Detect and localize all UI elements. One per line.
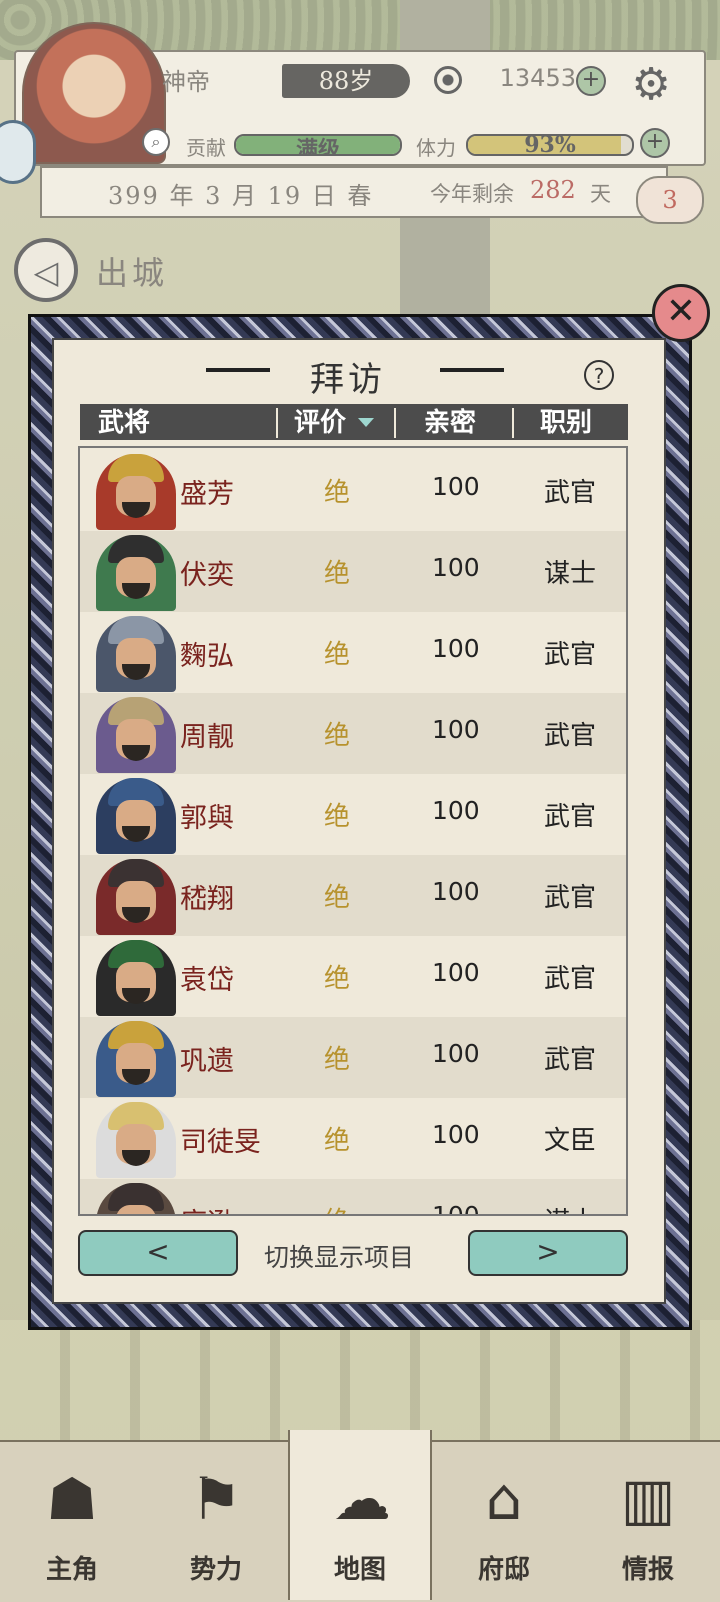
column-post[interactable]: 职别	[540, 402, 592, 439]
general-grade: 绝	[324, 802, 351, 832]
table-row[interactable]: 巩遗 绝 100 武官	[80, 1017, 626, 1098]
flag-icon: ⚑	[190, 1465, 242, 1533]
scroll-icon: ▥	[620, 1465, 676, 1533]
column-intimacy[interactable]: 亲密	[424, 402, 476, 439]
general-intimacy: 100	[432, 1120, 480, 1149]
general-grade: 绝	[324, 640, 351, 670]
table-row[interactable]: 嵇翔 绝 100 武官	[80, 855, 626, 936]
tab-map[interactable]: ☁ 地图	[288, 1430, 432, 1600]
face-shape	[116, 1205, 156, 1214]
tab-label: 地图	[333, 1555, 386, 1585]
general-intimacy: 100	[432, 715, 480, 744]
close-icon[interactable]: ✕	[652, 284, 710, 342]
column-general[interactable]: 武将	[98, 402, 150, 439]
table-row[interactable]: 伏奕 绝 100 谋士	[80, 531, 626, 612]
general-post: 谋士	[544, 559, 597, 589]
general-intimacy: 100	[432, 1039, 480, 1068]
prev-button[interactable]: <	[78, 1230, 238, 1276]
table-row[interactable]: 周靓 绝 100 武官	[80, 693, 626, 774]
hero-icon: ☗	[46, 1465, 98, 1533]
general-post: 武官	[544, 802, 597, 832]
tab-mansion[interactable]: ⌂ 府邸	[432, 1450, 576, 1600]
tab-label: 势力	[189, 1555, 242, 1585]
general-grade: 绝	[324, 721, 351, 751]
table-row[interactable]: 麴弘 绝 100 武官	[80, 612, 626, 693]
table-row[interactable]: 盛芳 绝 100 武官	[80, 450, 626, 531]
general-grade: 绝	[324, 1045, 351, 1075]
general-intimacy: 100	[432, 1201, 480, 1216]
general-name: 盛芳	[180, 479, 234, 510]
general-grade: 绝	[324, 1126, 351, 1156]
general-name: 巩遗	[180, 1046, 234, 1077]
general-name: 麴弘	[180, 641, 234, 672]
tab-hero[interactable]: ☗ 主角	[0, 1450, 144, 1600]
general-intimacy: 100	[432, 796, 480, 825]
general-grade: 绝	[324, 964, 351, 994]
column-divider	[512, 408, 514, 438]
general-portrait	[96, 940, 176, 1016]
tab-flag[interactable]: ⚑ 势力	[144, 1450, 288, 1600]
table-row[interactable]: 司徒旻 绝 100 文臣	[80, 1098, 626, 1179]
dialog-title: 拜访	[310, 360, 386, 400]
general-post: 武官	[544, 478, 597, 508]
title-ornament-left	[206, 368, 270, 372]
general-portrait	[96, 1021, 176, 1097]
general-name: 伏奕	[180, 560, 234, 591]
general-intimacy: 100	[432, 553, 480, 582]
general-intimacy: 100	[432, 877, 480, 906]
tab-scroll[interactable]: ▥ 情报	[576, 1450, 720, 1600]
general-name: 周靓	[180, 722, 234, 753]
general-post: 武官	[544, 640, 597, 670]
general-grade: 绝	[324, 883, 351, 913]
general-name: 庞逊	[180, 1201, 234, 1214]
general-post: 武官	[544, 721, 597, 751]
general-name: 司徒旻	[180, 1127, 261, 1158]
tab-label: 府邸	[477, 1555, 530, 1585]
general-portrait	[96, 778, 176, 854]
general-post: 武官	[544, 883, 597, 913]
help-icon[interactable]: ?	[584, 360, 614, 390]
next-button[interactable]: >	[468, 1230, 628, 1276]
title-ornament-right	[440, 368, 504, 372]
table-row[interactable]: 袁岱 绝 100 武官	[80, 936, 626, 1017]
general-name: 郭與	[180, 803, 234, 834]
general-intimacy: 100	[432, 958, 480, 987]
general-name: 袁岱	[180, 965, 234, 996]
column-divider	[394, 408, 396, 438]
tab-label: 主角	[45, 1555, 98, 1585]
general-portrait	[96, 616, 176, 692]
column-divider	[276, 408, 278, 438]
table-row[interactable]: 庞逊 绝 100 谋士	[80, 1179, 626, 1216]
column-grade[interactable]: 评价	[294, 402, 346, 439]
general-portrait	[96, 697, 176, 773]
general-post: 文臣	[544, 1126, 597, 1156]
map-icon: ☁	[333, 1465, 391, 1533]
general-intimacy: 100	[432, 634, 480, 663]
tab-label: 情报	[621, 1555, 674, 1585]
general-portrait	[96, 535, 176, 611]
general-post: 武官	[544, 964, 597, 994]
general-list[interactable]: 盛芳绝 100 武官 伏奕绝 100 谋士 麴弘绝 100 武官 周靓绝 100 武官 郭與绝 100 武官…	[78, 446, 628, 1216]
general-portrait	[96, 859, 176, 935]
sort-down-icon[interactable]	[358, 418, 374, 427]
general-name: 嵇翔	[180, 884, 234, 915]
general-portrait	[96, 1102, 176, 1178]
table-row[interactable]: 郭與 绝 100 武官	[80, 774, 626, 855]
general-intimacy: 100	[432, 472, 480, 501]
general-grade: 绝	[324, 1201, 350, 1214]
general-grade: 绝	[324, 559, 351, 589]
general-grade: 绝	[324, 478, 351, 508]
mansion-icon: ⌂	[485, 1465, 523, 1533]
switch-display-label: 切换显示项目	[264, 1243, 415, 1272]
general-portrait	[96, 1183, 176, 1214]
general-post: 武官	[544, 1045, 597, 1075]
general-post: 谋士	[544, 1201, 596, 1214]
general-portrait	[96, 454, 176, 530]
